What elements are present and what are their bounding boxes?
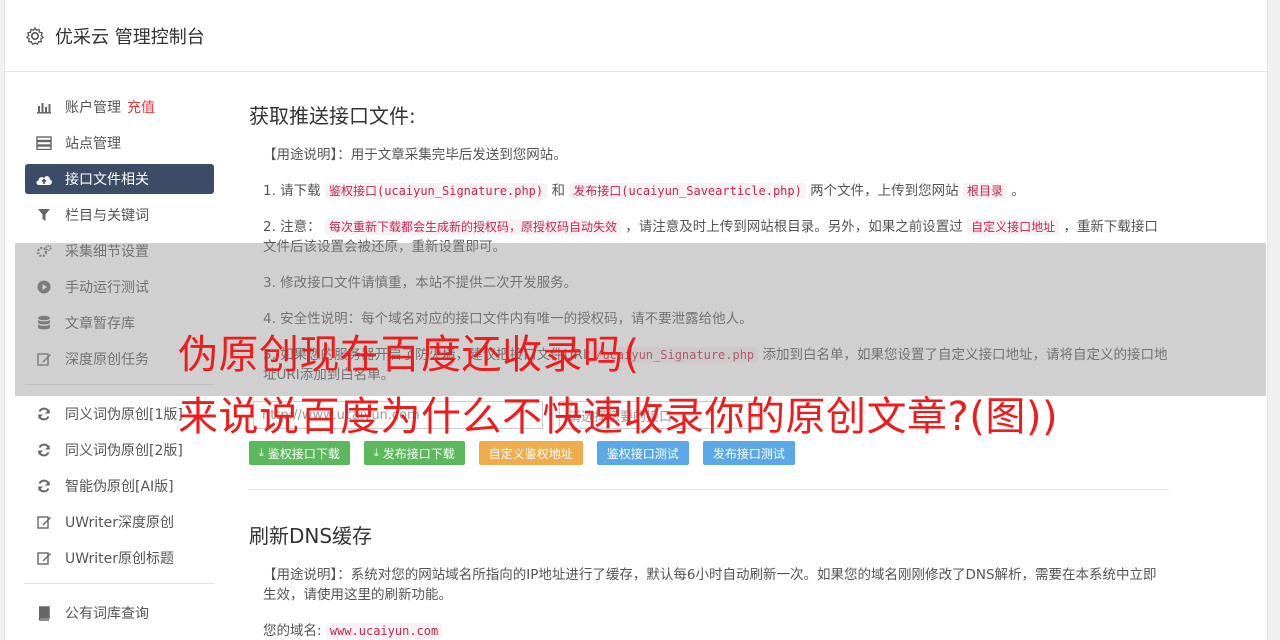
app-header: 优采云 管理控制台 — [5, 0, 1267, 72]
signature-file-code: 鉴权接口(ucaiyun_Signature.php) — [324, 183, 548, 199]
book-icon — [35, 604, 53, 622]
button-label: 发布接口下载 — [382, 446, 455, 461]
sidebar-item-ai-rewrite[interactable]: 智能伪原创[AI版] — [25, 471, 214, 501]
dns-usage-note: 【用途说明】：系统对您的网站域名所指向的IP地址进行了缓存，默认每6小时自动刷新… — [263, 567, 1157, 603]
download-icon: ⤓ — [259, 446, 264, 459]
domain-row: 您的域名: www.ucaiyun.com — [263, 621, 1169, 640]
section-divider — [249, 489, 1169, 490]
sidebar-item-account[interactable]: 账户管理 充值 — [25, 92, 214, 122]
sidebar-item-label: 同义词伪原创[2版] — [65, 443, 183, 459]
button-label: 鉴权接口下载 — [267, 446, 340, 461]
sidebar-item-label: 接口文件相关 — [65, 172, 149, 188]
step-text: 1. 请下载 — [263, 183, 321, 199]
step-1: 1. 请下载 鉴权接口(ucaiyun_Signature.php) 和 发布接… — [263, 181, 1169, 201]
watermark-title-line-1: 伪原创现在百度还收录吗( — [178, 332, 640, 378]
download-publish-button[interactable]: ⤓ 发布接口下载 — [363, 441, 465, 465]
refresh-icon — [35, 405, 53, 423]
sidebar-item-uwriter-title[interactable]: UWriter原创标题 — [25, 543, 214, 573]
step-text: 两个文件，上传到您网站 — [810, 183, 959, 199]
filter-icon — [35, 206, 53, 224]
button-label: 自定义鉴权地址 — [488, 446, 573, 461]
sidebar-divider — [25, 583, 214, 584]
sidebar-item-label: 账户管理 — [65, 100, 121, 116]
refresh-icon — [35, 477, 53, 495]
gear-icon — [26, 26, 44, 45]
recharge-link[interactable]: 充值 — [127, 97, 155, 117]
button-label: 发布接口测试 — [712, 446, 785, 461]
download-icon: ⤓ — [373, 446, 379, 459]
sidebar-item-label: 栏目与关键词 — [65, 208, 149, 224]
button-label: 鉴权接口测试 — [606, 446, 679, 461]
root-dir-code: 根目录 — [962, 183, 1007, 199]
step-text: 2. 注意： — [263, 219, 321, 235]
server-icon — [35, 134, 53, 152]
edit-icon — [35, 513, 53, 531]
app-title: 优采云 管理控制台 — [55, 26, 205, 48]
test-publish-button[interactable]: 发布接口测试 — [702, 441, 795, 465]
warning-code: 每次重新下载都会生成新的授权码，原授权码自动失效 — [324, 219, 621, 235]
sidebar-item-label: 智能伪原创[AI版] — [65, 479, 174, 495]
step-text: 。 — [1011, 183, 1025, 199]
sidebar-item-label: UWriter深度原创 — [65, 515, 174, 531]
sidebar-item-label: 站点管理 — [65, 136, 121, 152]
sidebar-item-interface-files[interactable]: 接口文件相关 — [25, 164, 214, 194]
sidebar-item-columns-keywords[interactable]: 栏目与关键词 — [25, 200, 214, 230]
savearticle-file-code: 发布接口(ucaiyun_Savearticle.php) — [569, 183, 806, 199]
section-title-dns: 刷新DNS缓存 — [249, 524, 373, 548]
domain-value: www.ucaiyun.com — [325, 623, 443, 639]
watermark-title-line-2: 来说说百度为什么不快速收录你的原创文章?(图)) — [178, 394, 1059, 440]
cloud-upload-icon — [35, 170, 53, 188]
test-signature-button[interactable]: 鉴权接口测试 — [596, 441, 689, 465]
bar-chart-icon — [35, 98, 53, 116]
custom-address-code: 自定义接口地址 — [967, 219, 1060, 235]
edit-icon — [35, 549, 53, 567]
sidebar-item-uwriter-deep[interactable]: UWriter深度原创 — [25, 507, 214, 537]
sidebar-item-label: UWriter原创标题 — [65, 551, 174, 567]
section-title-push-files: 获取推送接口文件: — [249, 104, 416, 128]
button-row: ⤓ 鉴权接口下载 ⤓ 发布接口下载 自定义鉴权地址 鉴权接口测试 发布接口测试 — [249, 441, 1169, 465]
domain-label: 您的域名: — [263, 623, 322, 639]
sidebar-item-label: 同义词伪原创[1版] — [65, 407, 183, 423]
step-text: 和 — [551, 183, 565, 199]
step-text: ，请注意及时上传到网站根目录。另外，如果之前设置过 — [625, 219, 963, 235]
sidebar-item-label: 公有词库查询 — [65, 606, 149, 622]
usage-note: 【用途说明】：用于文章采集完毕后发送到您网站。 — [263, 147, 567, 163]
sidebar-item-sites[interactable]: 站点管理 — [25, 128, 214, 158]
refresh-icon — [35, 441, 53, 459]
sidebar-item-public-thesaurus[interactable]: 公有词库查询 — [25, 598, 214, 628]
custom-auth-address-button[interactable]: 自定义鉴权地址 — [478, 441, 583, 465]
download-signature-button[interactable]: ⤓ 鉴权接口下载 — [249, 441, 350, 465]
